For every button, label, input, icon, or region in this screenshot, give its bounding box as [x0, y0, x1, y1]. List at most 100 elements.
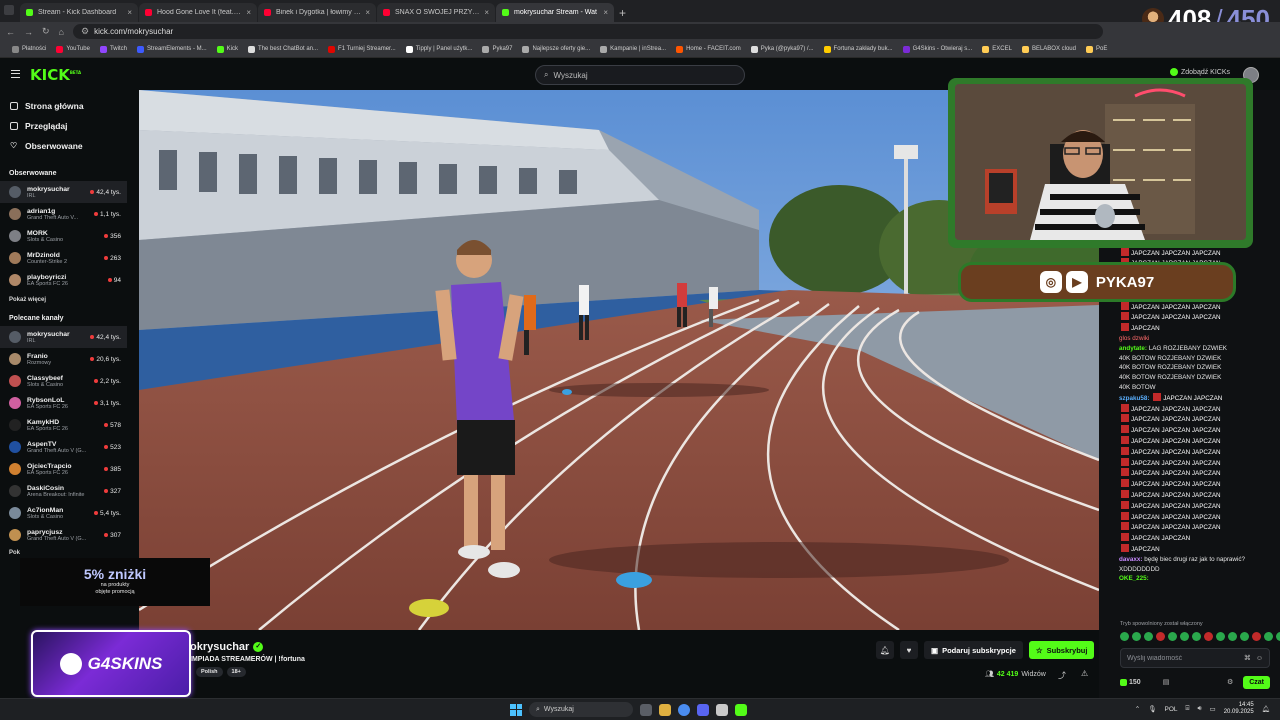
- emote-icon[interactable]: [1192, 632, 1201, 641]
- chrome-icon[interactable]: [678, 703, 690, 716]
- emote-icon[interactable]: [1180, 632, 1189, 641]
- emote-icon[interactable]: [1228, 632, 1237, 641]
- sidebar-nav-item[interactable]: ♡ Obserwowane: [0, 136, 127, 156]
- tab-close-icon[interactable]: ×: [365, 8, 370, 17]
- emote-picker-icon[interactable]: ☺: [1256, 655, 1263, 662]
- bookmark-item[interactable]: Pyka (@pyka97) /...: [747, 45, 818, 53]
- get-kicks-button[interactable]: Zdobądź KICKs: [1170, 68, 1230, 76]
- tab-close-icon[interactable]: ×: [246, 8, 251, 17]
- battery-icon[interactable]: ▭: [1210, 705, 1216, 713]
- obs-icon[interactable]: [716, 703, 728, 716]
- bookmark-item[interactable]: Twitch: [96, 45, 131, 53]
- channel-row[interactable]: mokrysuchar IRL 42,4 tys.: [0, 326, 127, 348]
- browser-tab[interactable]: Binek i Dygotka | łowimy na Ba×: [258, 3, 376, 22]
- channel-row[interactable]: KamykHD EA Sports FC 26 578: [0, 414, 127, 436]
- report-icon[interactable]: ⚠: [1081, 669, 1088, 678]
- channel-row[interactable]: playboyriczi EA Sports FC 26 94: [0, 269, 127, 291]
- bookmark-item[interactable]: YouTube: [52, 45, 94, 53]
- volume-icon[interactable]: 🔊︎: [1197, 705, 1201, 713]
- emote-icon[interactable]: [1240, 632, 1249, 641]
- url-field[interactable]: ⚙ kick.com/mokrysuchar: [72, 24, 1103, 39]
- tab-search-icon[interactable]: [4, 5, 14, 15]
- stream-tag[interactable]: 18+: [226, 667, 246, 677]
- bookmark-item[interactable]: Tipply | Panel użytk...: [402, 45, 477, 53]
- network-icon[interactable]: ⌸: [1186, 705, 1190, 713]
- bookmark-item[interactable]: Kick: [213, 45, 242, 53]
- browser-tab[interactable]: SNAX O SWOJEJ PRZYSZŁOŚCI ×: [377, 3, 495, 22]
- emote-icon[interactable]: [1204, 632, 1213, 641]
- command-icon[interactable]: ⌘: [1244, 654, 1251, 662]
- chat-input-box[interactable]: ⌘ ☺: [1120, 648, 1270, 668]
- bookmark-item[interactable]: Pyka97: [478, 45, 516, 53]
- chat-username[interactable]: OKE_225:: [1119, 575, 1149, 582]
- channel-row[interactable]: paprycjusz Grand Theft Auto V (G... 307: [0, 524, 127, 546]
- sidebar-nav-item[interactable]: Przeglądaj: [0, 116, 127, 136]
- emote-icon[interactable]: [1252, 632, 1261, 641]
- gift-subs-button[interactable]: ▣ Podaruj subskrypcje: [924, 641, 1023, 659]
- site-info-icon[interactable]: ⚙: [81, 26, 89, 37]
- emote-icon[interactable]: [1264, 632, 1273, 641]
- bookmark-item[interactable]: Fortuna zakłady buk...: [820, 45, 897, 53]
- clock[interactable]: 14:45 20.09.2025: [1224, 702, 1254, 716]
- bookmark-item[interactable]: EXCEL: [978, 45, 1016, 53]
- windows-start-icon[interactable]: [510, 703, 522, 716]
- chat-settings-icon[interactable]: ⚙: [1227, 678, 1233, 686]
- channel-row[interactable]: mokrysuchar IRL 42,4 tys.: [0, 181, 127, 203]
- taskbar-search[interactable]: ⌕ Wyszukaj: [529, 702, 633, 717]
- stream-tag[interactable]: Polish: [196, 667, 223, 677]
- promo-banner[interactable]: 5% zniżki na produkty objęte promocją: [20, 558, 210, 606]
- home-icon[interactable]: ⌂: [59, 27, 64, 37]
- search-input[interactable]: [553, 70, 724, 80]
- show-more-followed[interactable]: Pokaż więcej: [0, 297, 127, 303]
- bookmark-item[interactable]: Najlepsze oferty gie...: [518, 45, 594, 53]
- language-indicator[interactable]: POL: [1165, 706, 1178, 713]
- notifications-icon[interactable]: 🔔︎: [1262, 705, 1270, 713]
- bookmark-item[interactable]: G4Skins - Otwieraj s...: [899, 45, 977, 53]
- task-view-icon[interactable]: [640, 703, 652, 716]
- bookmark-item[interactable]: F1 Turniej Streamer...: [324, 45, 400, 53]
- follow-heart-icon[interactable]: ♥: [900, 641, 918, 659]
- bookmark-item[interactable]: StreamElements - M...: [133, 45, 211, 53]
- emote-icon[interactable]: [1276, 632, 1280, 641]
- bookmark-item[interactable]: Home - FACEIT.com: [672, 45, 745, 53]
- show-more-recommended[interactable]: Pok: [0, 550, 127, 556]
- emote-icon[interactable]: [1156, 632, 1165, 641]
- chat-input[interactable]: [1127, 654, 1239, 662]
- chat-send-button[interactable]: Czat: [1243, 675, 1270, 689]
- chat-username[interactable]: andytate:: [1119, 345, 1147, 352]
- back-icon[interactable]: ←: [6, 27, 15, 37]
- kick-logo[interactable]: KICKBETA: [30, 66, 81, 84]
- channel-row[interactable]: MORK Slots & Casino 356: [0, 225, 127, 247]
- bookmark-item[interactable]: The best ChatBot an...: [244, 45, 322, 53]
- browser-tab[interactable]: mokrysuchar Stream - Wat ×: [496, 3, 614, 22]
- search-box[interactable]: ⌕: [535, 65, 745, 85]
- channel-row[interactable]: AspenTV Grand Theft Auto V (G... 523: [0, 436, 127, 458]
- bookmark-item[interactable]: PoE: [1082, 45, 1111, 53]
- subscribe-button[interactable]: ☆ Subskrybuj: [1028, 641, 1095, 659]
- emote-icon[interactable]: [1132, 632, 1141, 641]
- emote-icon[interactable]: [1216, 632, 1225, 641]
- reload-icon[interactable]: ↻: [42, 26, 50, 37]
- browser-tab[interactable]: Hood Gone Love It (feat. Kendrick ×: [139, 3, 257, 22]
- channel-row[interactable]: Classybeef Slots & Casino 2,2 tys.: [0, 370, 127, 392]
- emote-icon[interactable]: [1144, 632, 1153, 641]
- chat-history-icon[interactable]: ▤: [1163, 678, 1170, 686]
- sidebar-nav-item[interactable]: Strona główna: [0, 96, 127, 116]
- chat-username[interactable]: davaxx:: [1119, 556, 1142, 563]
- menu-icon[interactable]: [11, 70, 20, 78]
- browser-tab[interactable]: Stream - Kick Dashboard ×: [20, 3, 138, 22]
- streamer-name[interactable]: okrysuchar ✓: [190, 641, 264, 653]
- tab-close-icon[interactable]: ×: [603, 8, 608, 17]
- bookmark-item[interactable]: BELABOX cloud: [1018, 45, 1080, 53]
- chat-username[interactable]: szpaku58:: [1119, 395, 1149, 402]
- notification-bell-icon[interactable]: 🔔︎: [876, 641, 894, 659]
- file-explorer-icon[interactable]: [659, 703, 671, 716]
- tray-chevron-icon[interactable]: ⌃: [1135, 705, 1140, 713]
- channel-row[interactable]: RybsonLoL EA Sports FC 26 3,1 tys.: [0, 392, 127, 414]
- channel-row[interactable]: MrDzinold Counter-Strike 2 263: [0, 247, 127, 269]
- channel-row[interactable]: OjciecTrapcio EA Sports FC 26 385: [0, 458, 127, 480]
- kick-app-icon[interactable]: [735, 703, 747, 716]
- channel-row[interactable]: Franio Rozmowy 20,6 tys.: [0, 348, 127, 370]
- emote-icon[interactable]: [1168, 632, 1177, 641]
- mic-icon[interactable]: 🎙︎: [1148, 705, 1156, 713]
